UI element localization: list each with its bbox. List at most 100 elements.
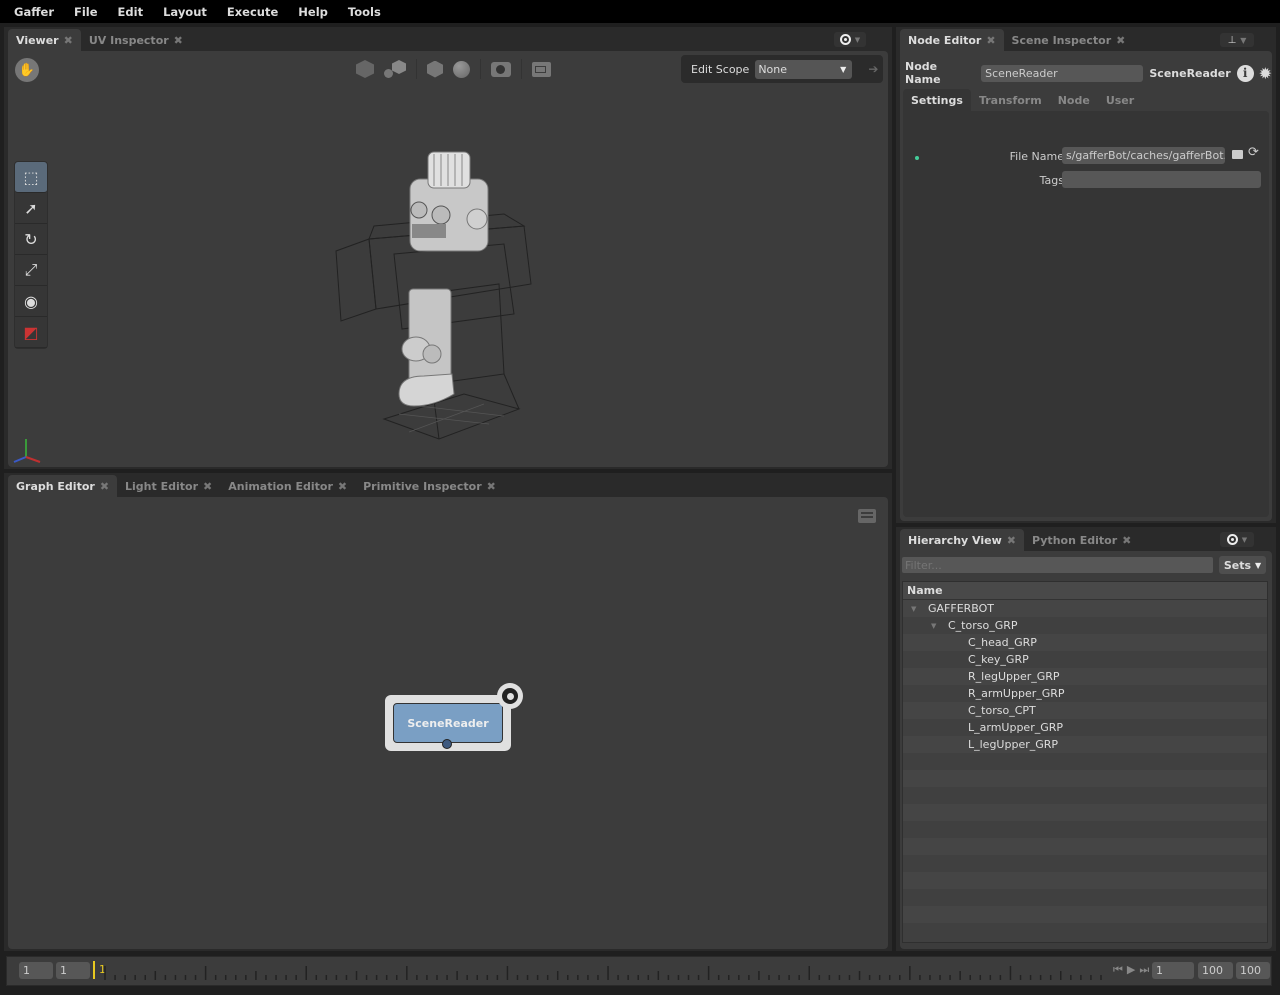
menu-file[interactable]: File bbox=[74, 5, 98, 19]
section-tab-settings[interactable]: Settings bbox=[903, 89, 971, 111]
tab-node-editor[interactable]: Node Editor ✖ bbox=[900, 29, 1004, 51]
selection-mask-icon[interactable] bbox=[356, 60, 374, 78]
shading-mode-icon[interactable] bbox=[384, 60, 406, 78]
tab-uv-inspector[interactable]: UV Inspector ✖ bbox=[81, 29, 191, 51]
expand-triangle-icon[interactable]: ▼ bbox=[931, 622, 945, 630]
hierarchy-options-button[interactable]: ▼ bbox=[1220, 532, 1254, 547]
node-name-field[interactable]: SceneReader bbox=[981, 64, 1144, 82]
scale-tool-button[interactable]: ⤢ bbox=[15, 255, 47, 286]
graph-canvas[interactable]: SceneReader bbox=[8, 497, 888, 949]
camera-tool-button[interactable]: ◉ bbox=[15, 286, 47, 317]
info-icon[interactable]: i bbox=[1236, 64, 1254, 82]
camera-icon[interactable] bbox=[491, 61, 511, 77]
settings-section: File Name s/gafferBot/caches/gafferBot.s… bbox=[903, 111, 1269, 517]
arrow-right-icon[interactable]: ➔ bbox=[868, 62, 878, 76]
file-name-field[interactable]: s/gafferBot/caches/gafferBot.scc bbox=[1062, 147, 1225, 164]
file-name-value: s/gafferBot/caches/gafferBot.scc bbox=[1066, 149, 1225, 162]
expansion-cube-icon[interactable] bbox=[427, 60, 443, 78]
end-frame-field[interactable]: 100 bbox=[1198, 962, 1233, 979]
start-frame-field[interactable]: 1 bbox=[56, 962, 90, 979]
menu-gaffer[interactable]: Gaffer bbox=[14, 5, 54, 19]
frame-value: 1 bbox=[1156, 964, 1163, 977]
tab-light-editor[interactable]: Light Editor ✖ bbox=[117, 475, 220, 497]
gear-icon[interactable]: ✹ bbox=[1259, 64, 1272, 83]
close-icon[interactable]: ✖ bbox=[100, 480, 109, 493]
tree-row[interactable]: L_armUpper_GRP bbox=[903, 719, 1267, 736]
tab-primitive-inspector[interactable]: Primitive Inspector ✖ bbox=[355, 475, 504, 497]
viewer-panel: Viewer ✖ UV Inspector ✖ ▼ ✋ Edit Scope None… bbox=[4, 27, 892, 469]
tree-row[interactable]: ▼ C_torso_GRP bbox=[903, 617, 1267, 634]
play-icon[interactable]: ▶ bbox=[1127, 963, 1135, 977]
menu-execute[interactable]: Execute bbox=[227, 5, 278, 19]
expand-triangle-icon[interactable]: ▼ bbox=[911, 605, 925, 613]
layout-grid-button[interactable] bbox=[1259, 533, 1272, 546]
section-tab-transform[interactable]: Transform bbox=[971, 89, 1050, 111]
rotate-tool-button[interactable]: ↻ bbox=[15, 224, 47, 255]
close-icon[interactable]: ✖ bbox=[64, 34, 73, 47]
close-icon[interactable]: ✖ bbox=[174, 34, 183, 47]
pan-hand-icon[interactable]: ✋ bbox=[15, 58, 39, 82]
viewport[interactable]: ✋ Edit Scope None ▼ ➔ ⬚ ➚ ↻ ⤢ ◉ ◩ bbox=[8, 51, 888, 467]
focus-mode-button[interactable]: ⊥ ▼ bbox=[1220, 33, 1254, 47]
tab-label: Light Editor bbox=[125, 479, 199, 493]
close-icon[interactable]: ✖ bbox=[1007, 534, 1016, 547]
folder-icon[interactable] bbox=[1232, 150, 1243, 159]
tab-scene-inspector[interactable]: Scene Inspector ✖ bbox=[1004, 29, 1134, 51]
tab-animation-editor[interactable]: Animation Editor ✖ bbox=[220, 475, 355, 497]
crop-window-tool-button[interactable]: ◩ bbox=[15, 317, 47, 348]
close-icon[interactable]: ✖ bbox=[487, 480, 496, 493]
layout-grid-button[interactable] bbox=[1259, 33, 1272, 46]
tags-field[interactable] bbox=[1062, 171, 1261, 188]
output-plug[interactable] bbox=[442, 739, 452, 749]
chevron-down-icon: ▼ bbox=[840, 64, 847, 74]
tree-row[interactable]: C_key_GRP bbox=[903, 651, 1267, 668]
chevron-down-icon: ▼ bbox=[854, 35, 861, 44]
sphere-icon[interactable] bbox=[453, 60, 470, 78]
close-icon[interactable]: ✖ bbox=[203, 480, 212, 493]
viewer-tab-options-button[interactable]: ▼ bbox=[834, 32, 866, 47]
refresh-icon[interactable]: ⟳ bbox=[1248, 145, 1259, 160]
end-range-field[interactable]: 100 bbox=[1236, 962, 1270, 979]
close-icon[interactable]: ✖ bbox=[338, 480, 347, 493]
rotate-tool-icon: ↻ bbox=[24, 229, 38, 249]
close-icon[interactable]: ✖ bbox=[1116, 34, 1125, 47]
tree-row[interactable]: R_armUpper_GRP bbox=[903, 685, 1267, 702]
annotation-icon[interactable] bbox=[858, 509, 876, 523]
menu-layout[interactable]: Layout bbox=[163, 5, 207, 19]
skip-end-icon[interactable]: ⏭ bbox=[1139, 963, 1149, 977]
target-icon bbox=[1226, 534, 1238, 545]
scene-reader-node[interactable]: SceneReader bbox=[385, 683, 523, 751]
tab-graph-editor[interactable]: Graph Editor ✖ bbox=[8, 475, 118, 497]
tab-viewer[interactable]: Viewer ✖ bbox=[8, 29, 81, 51]
filter-input[interactable] bbox=[902, 557, 1213, 573]
start-range-field[interactable]: 1 bbox=[19, 962, 53, 979]
tree-row-label: R_legUpper_GRP bbox=[968, 670, 1060, 683]
empty-row bbox=[903, 838, 1267, 855]
translate-tool-button[interactable]: ➚ bbox=[15, 193, 47, 224]
layout-grid-button[interactable] bbox=[875, 33, 888, 46]
tab-python-editor[interactable]: Python Editor ✖ bbox=[1024, 529, 1139, 551]
tree-row[interactable]: R_legUpper_GRP bbox=[903, 668, 1267, 685]
grid-gnomon-icon[interactable] bbox=[532, 61, 551, 77]
layout-grid-button[interactable] bbox=[875, 479, 888, 492]
section-tab-node[interactable]: Node bbox=[1050, 89, 1098, 111]
frame-field[interactable]: 1 bbox=[1152, 962, 1194, 979]
node-status-indicator[interactable] bbox=[497, 683, 523, 709]
edit-scope-dropdown[interactable]: None ▼ bbox=[755, 59, 853, 79]
close-icon[interactable]: ✖ bbox=[1122, 534, 1131, 547]
menu-help[interactable]: Help bbox=[298, 5, 328, 19]
frame-scrubber[interactable]: 1 bbox=[93, 959, 1109, 983]
close-icon[interactable]: ✖ bbox=[986, 34, 995, 47]
tree-row[interactable]: C_torso_CPT bbox=[903, 702, 1267, 719]
tree-row[interactable]: L_legUpper_GRP bbox=[903, 736, 1267, 753]
menu-edit[interactable]: Edit bbox=[118, 5, 144, 19]
column-header-name[interactable]: Name bbox=[903, 582, 1267, 600]
section-tab-user[interactable]: User bbox=[1098, 89, 1142, 111]
menu-tools[interactable]: Tools bbox=[348, 5, 381, 19]
tab-hierarchy-view[interactable]: Hierarchy View ✖ bbox=[900, 529, 1024, 551]
skip-start-icon[interactable]: ⏮ bbox=[1113, 963, 1123, 977]
tree-row[interactable]: ▼ GAFFERBOT bbox=[903, 600, 1267, 617]
selection-tool-button[interactable]: ⬚ bbox=[15, 162, 47, 193]
tree-row[interactable]: C_head_GRP bbox=[903, 634, 1267, 651]
sets-button[interactable]: Sets ▼ bbox=[1219, 556, 1266, 574]
